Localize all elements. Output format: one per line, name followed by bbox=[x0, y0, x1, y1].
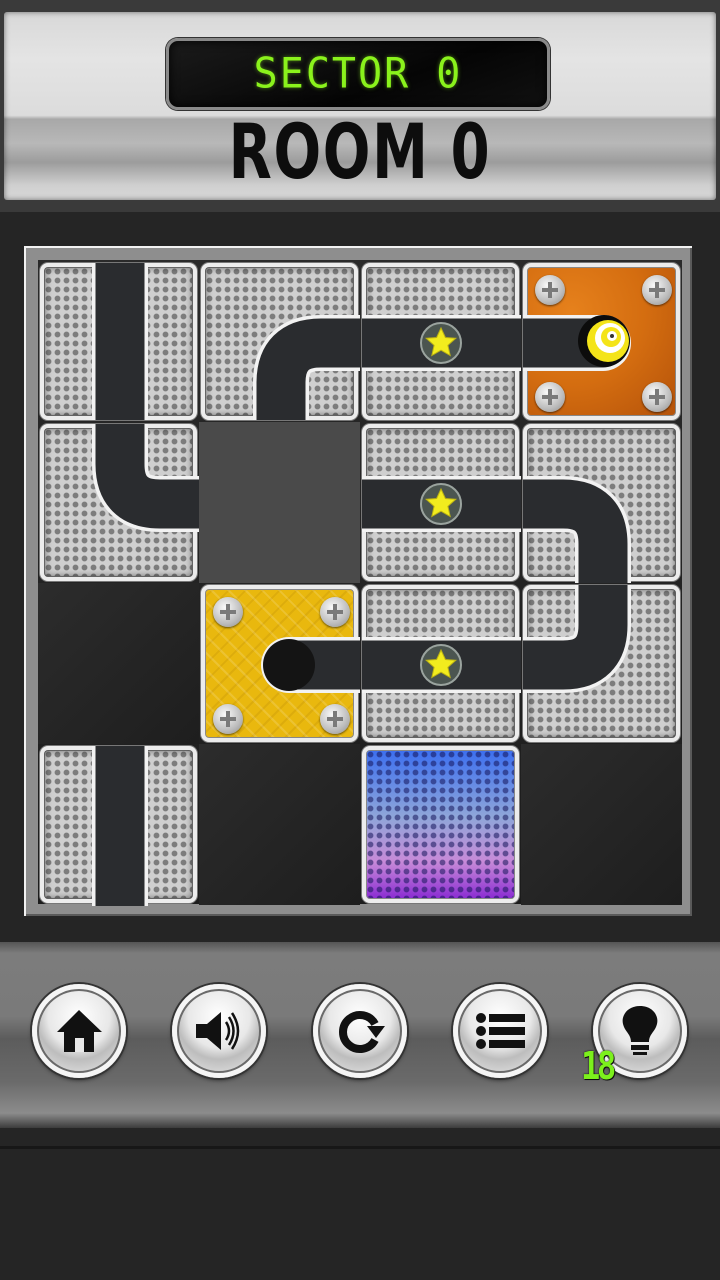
sliding-tile[interactable] bbox=[523, 585, 680, 742]
sliding-tile[interactable] bbox=[362, 263, 519, 420]
header: SECTOR 0 ROOM 0 bbox=[0, 0, 720, 212]
screw-icon bbox=[320, 704, 350, 734]
screw-icon bbox=[535, 275, 565, 305]
sliding-tile[interactable] bbox=[40, 263, 197, 420]
sector-label: SECTOR 0 bbox=[253, 49, 463, 99]
start-tile bbox=[523, 263, 680, 420]
list-icon bbox=[476, 1013, 525, 1049]
home-icon bbox=[57, 1010, 102, 1052]
speaker-icon bbox=[196, 1012, 240, 1050]
restart-button[interactable] bbox=[313, 984, 407, 1078]
lightbulb-icon bbox=[622, 1006, 658, 1055]
empty-slot bbox=[38, 583, 199, 744]
home-button[interactable] bbox=[32, 984, 126, 1078]
sliding-tile[interactable] bbox=[201, 263, 358, 420]
sliding-tile-blue[interactable] bbox=[362, 746, 519, 903]
screw-icon bbox=[320, 597, 350, 627]
sliding-tile[interactable] bbox=[40, 424, 197, 581]
sector-display: SECTOR 0 bbox=[166, 38, 550, 110]
end-tile bbox=[201, 585, 358, 742]
sliding-tile[interactable] bbox=[523, 424, 680, 581]
footer-divider bbox=[0, 1146, 720, 1149]
empty-slot bbox=[521, 744, 682, 905]
empty-slot bbox=[199, 744, 360, 905]
sliding-tile[interactable] bbox=[40, 746, 197, 903]
empty-slot bbox=[199, 422, 360, 583]
sliding-tile[interactable] bbox=[362, 424, 519, 581]
sliding-tile[interactable] bbox=[362, 585, 519, 742]
sound-button[interactable] bbox=[172, 984, 266, 1078]
screw-icon bbox=[642, 275, 672, 305]
screw-icon bbox=[642, 382, 672, 412]
room-title: ROOM 0 bbox=[228, 107, 492, 196]
screw-icon bbox=[213, 704, 243, 734]
hint-count: 18 bbox=[580, 1044, 616, 1088]
restart-icon bbox=[339, 1011, 385, 1053]
screw-icon bbox=[213, 597, 243, 627]
screw-icon bbox=[535, 382, 565, 412]
menu-button[interactable] bbox=[453, 984, 547, 1078]
